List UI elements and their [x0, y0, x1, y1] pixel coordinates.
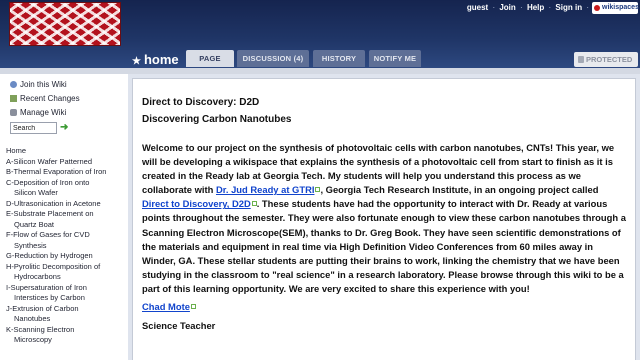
nav-link-e[interactable]: E-Substrate Placement on [6, 209, 126, 220]
tab-discussion[interactable]: DISCUSSION (4) [237, 50, 309, 67]
nav-link-home[interactable]: Home [6, 146, 126, 157]
protected-label: PROTECTED [586, 55, 633, 64]
nav-link-g[interactable]: G-Reduction by Hydrogen [6, 251, 126, 262]
nav-link-i-continued[interactable]: Interstices by Carbon [6, 293, 126, 304]
nav-link-k-continued[interactable]: Microscopy [6, 335, 126, 346]
page-navigation: Home A-Silicon Wafer Patterned B-Thermal… [6, 146, 126, 346]
protected-badge: PROTECTED [574, 52, 638, 67]
author-role: Science Teacher [142, 320, 216, 332]
nav-link-h-continued[interactable]: Hydrocarbons [6, 272, 126, 283]
nav-link-b[interactable]: B-Thermal Evaporation of Iron [6, 167, 126, 178]
join-wiki-label: Join this Wiki [20, 80, 67, 89]
nav-link-f-continued[interactable]: Synthesis [6, 241, 126, 252]
wikispaces-logo-icon [594, 5, 600, 11]
d2d-link[interactable]: Direct to Discovery, D2D [142, 198, 251, 209]
home-label: home [143, 52, 179, 67]
nav-link-c[interactable]: C-Deposition of Iron onto [6, 178, 126, 189]
tab-history[interactable]: HISTORY [313, 50, 365, 67]
author-link[interactable]: Chad Mote [142, 301, 190, 312]
tab-notify-me[interactable]: NOTIFY ME [369, 50, 421, 67]
user-icon [10, 81, 17, 88]
wiki-logo[interactable] [9, 2, 121, 46]
gtri-link[interactable]: Dr. Jud Ready at GTRI [216, 184, 314, 195]
site-header: guest · Join · Help · Sign in · wikispac… [0, 0, 640, 70]
gear-icon [10, 109, 17, 116]
wikispaces-brand-button[interactable]: wikispaces [592, 2, 639, 14]
lock-icon [578, 56, 584, 63]
search-input[interactable] [10, 122, 57, 134]
recent-changes-icon [10, 95, 17, 102]
main-area: Direct to Discovery: D2D Discovering Car… [128, 74, 640, 360]
nav-link-c-continued[interactable]: Silicon Wafer [6, 188, 126, 199]
search-go-arrow-icon[interactable]: ➜ [60, 123, 70, 133]
tab-page[interactable]: PAGE [186, 50, 234, 67]
nav-link-j[interactable]: J-Extrusion of Carbon [6, 304, 126, 315]
sign-in-link[interactable]: Sign in [555, 3, 582, 12]
wikispaces-brand-label: wikispaces [602, 4, 639, 11]
user-bar: guest · Join · Help · Sign in · [466, 3, 589, 12]
external-link-icon [190, 304, 196, 310]
nav-link-i[interactable]: I-Supersaturation of Iron [6, 283, 126, 294]
recent-changes-link[interactable]: Recent Changes [10, 94, 80, 103]
nav-link-h[interactable]: H-Pyrolitic Decomposition of [6, 262, 126, 273]
manage-wiki-link[interactable]: Manage Wiki [10, 108, 66, 117]
intro-paragraph: Welcome to our project on the synthesis … [142, 141, 627, 296]
help-link[interactable]: Help [527, 3, 544, 12]
join-wiki-link[interactable]: Join this Wiki [10, 80, 67, 89]
home-link[interactable]: ★ home [132, 52, 179, 67]
intro-text-3: . These students have had the opportunit… [142, 198, 626, 294]
nav-link-a[interactable]: A-Silicon Wafer Patterned [6, 157, 126, 168]
nav-link-e-continued[interactable]: Quartz Boat [6, 220, 126, 231]
nav-link-f[interactable]: F-Flow of Gases for CVD [6, 230, 126, 241]
nav-link-k[interactable]: K-Scanning Electron [6, 325, 126, 336]
guest-label: guest [466, 3, 489, 12]
nav-link-j-continued[interactable]: Nanotubes [6, 314, 126, 325]
nav-link-d[interactable]: D-Ultrasonication in Acetone [6, 199, 126, 210]
recent-changes-label: Recent Changes [20, 94, 80, 103]
star-icon: ★ [132, 56, 141, 67]
author-signature: Chad Mote [142, 300, 627, 314]
page-content: Direct to Discovery: D2D Discovering Car… [132, 78, 636, 360]
page-title: Direct to Discovery: D2D [142, 97, 260, 108]
manage-wiki-label: Manage Wiki [20, 108, 67, 117]
page-subtitle: Discovering Carbon Nanotubes [142, 114, 292, 125]
intro-text-2: , Georgia Tech Research Institute, in an… [320, 184, 599, 196]
join-link[interactable]: Join [499, 3, 515, 12]
sidebar: Join this Wiki Recent Changes Manage Wik… [0, 74, 128, 360]
